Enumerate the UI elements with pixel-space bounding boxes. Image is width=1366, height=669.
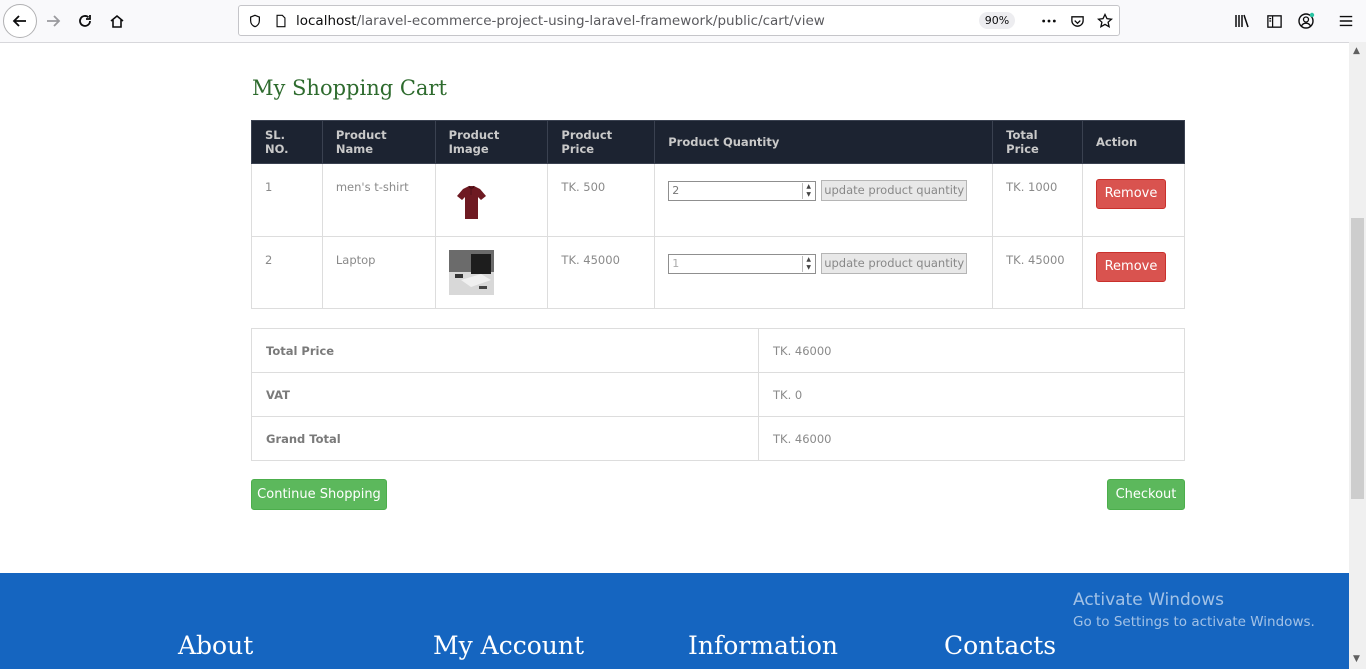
footer-contacts-heading: Contacts: [944, 631, 1057, 660]
col-total-price: Total Price: [992, 120, 1083, 164]
sidebar-icon[interactable]: [1264, 11, 1284, 31]
page-scrollbar[interactable]: ▲ ▼: [1349, 42, 1366, 669]
row-product-price: TK. 45000: [547, 236, 656, 309]
watermark-line-1: Activate Windows: [1073, 590, 1224, 610]
vat-value: TK. 0: [758, 372, 1185, 417]
shield-icon[interactable]: [246, 12, 264, 30]
scroll-up-arrow-icon[interactable]: ▲: [1353, 46, 1360, 56]
total-price-value: TK. 46000: [758, 328, 1185, 373]
row-action-cell: Remove: [1081, 236, 1186, 309]
summary-row-vat: VAT TK. 0: [251, 372, 1185, 417]
scrollbar-thumb[interactable]: [1351, 218, 1364, 499]
row-total-price: TK. 1000: [992, 163, 1083, 237]
url-text[interactable]: localhost/laravel-ecommerce-project-usin…: [296, 13, 825, 29]
footer-information-heading: Information: [688, 631, 839, 660]
col-product-price: Product Price: [547, 120, 656, 164]
vat-label: VAT: [251, 372, 759, 417]
url-host: localhost: [296, 13, 357, 29]
row-product-image-cell: [434, 163, 549, 237]
update-quantity-button[interactable]: update product quantity: [821, 253, 968, 274]
quantity-value: 2: [672, 183, 680, 197]
summary-row-grand-total: Grand Total TK. 46000: [251, 416, 1185, 461]
more-actions-icon[interactable]: [1040, 12, 1058, 30]
reload-button[interactable]: [69, 5, 101, 37]
quantity-spinner[interactable]: ▲ ▼: [802, 255, 814, 272]
quantity-input[interactable]: 2 ▲ ▼: [668, 180, 817, 201]
table-row: 2 Laptop TK. 45000 1 ▲ ▼ update product …: [251, 236, 1186, 309]
pocket-icon[interactable]: [1068, 12, 1086, 30]
col-sl-no: SL. NO.: [251, 120, 323, 164]
row-product-name: Laptop: [321, 236, 436, 309]
quantity-input[interactable]: 1 ▲ ▼: [668, 253, 817, 274]
remove-button[interactable]: Remove: [1095, 252, 1166, 282]
col-product-quantity: Product Quantity: [654, 120, 994, 164]
table-row: 1 men's t-shirt TK. 500 2 ▲ ▼ update prod: [251, 163, 1186, 237]
summary-row-total: Total Price TK. 46000: [251, 328, 1185, 373]
col-product-image: Product Image: [434, 120, 549, 164]
col-action: Action: [1081, 120, 1186, 164]
watermark-line-2: Go to Settings to activate Windows.: [1073, 614, 1315, 630]
remove-button[interactable]: Remove: [1095, 179, 1166, 209]
update-quantity-button[interactable]: update product quantity: [821, 180, 968, 201]
address-bar[interactable]: localhost/laravel-ecommerce-project-usin…: [238, 5, 1120, 36]
browser-toolbar: localhost/laravel-ecommerce-project-usin…: [0, 0, 1366, 43]
forward-button[interactable]: [37, 5, 69, 37]
page-title: My Shopping Cart: [252, 76, 447, 100]
laptop-image: [448, 250, 494, 295]
menu-icon[interactable]: [1336, 11, 1356, 31]
quantity-spinner[interactable]: ▲ ▼: [802, 182, 814, 199]
summary-table: Total Price TK. 46000 VAT TK. 0 Grand To…: [251, 328, 1185, 461]
quantity-value: 1: [672, 256, 680, 270]
cart-table: SL. NO. Product Name Product Image Produ…: [251, 120, 1186, 309]
footer-account-heading: My Account: [433, 631, 585, 660]
arrow-right-icon: [47, 15, 61, 27]
row-quantity-cell: 2 ▲ ▼ update product quantity: [654, 163, 994, 237]
row-sl: 2: [251, 236, 323, 309]
url-path: /laravel-ecommerce-project-using-laravel…: [356, 13, 825, 29]
row-total-price: TK. 45000: [992, 236, 1083, 309]
account-icon[interactable]: [1296, 11, 1316, 31]
activate-windows-watermark: Activate Windows Go to Settings to activ…: [1073, 590, 1315, 630]
page-icon: [272, 12, 290, 30]
footer-about-heading: About: [178, 631, 254, 660]
col-product-name: Product Name: [321, 120, 436, 164]
continue-shopping-button[interactable]: Continue Shopping: [251, 479, 387, 510]
grand-total-value: TK. 46000: [758, 416, 1185, 461]
scroll-down-arrow-icon[interactable]: ▼: [1353, 654, 1360, 664]
reload-icon: [79, 15, 91, 27]
arrow-left-icon: [12, 15, 26, 27]
grand-total-label: Grand Total: [251, 416, 759, 461]
tshirt-image: [448, 181, 494, 226]
total-price-label: Total Price: [251, 328, 759, 373]
home-button[interactable]: [101, 5, 133, 37]
library-icon[interactable]: [1232, 11, 1252, 31]
row-action-cell: Remove: [1081, 163, 1186, 237]
checkout-button[interactable]: Checkout: [1107, 479, 1185, 510]
row-product-image-cell: [434, 236, 549, 309]
row-sl: 1: [251, 163, 323, 237]
bookmark-star-icon[interactable]: [1096, 12, 1114, 30]
row-quantity-cell: 1 ▲ ▼ update product quantity: [654, 236, 994, 309]
row-product-name: men's t-shirt: [321, 163, 436, 237]
home-icon: [110, 14, 124, 28]
zoom-level-badge[interactable]: 90%: [979, 12, 1015, 29]
cart-header-row: SL. NO. Product Name Product Image Produ…: [251, 120, 1186, 164]
row-product-price: TK. 500: [547, 163, 656, 237]
back-button[interactable]: [3, 4, 37, 38]
